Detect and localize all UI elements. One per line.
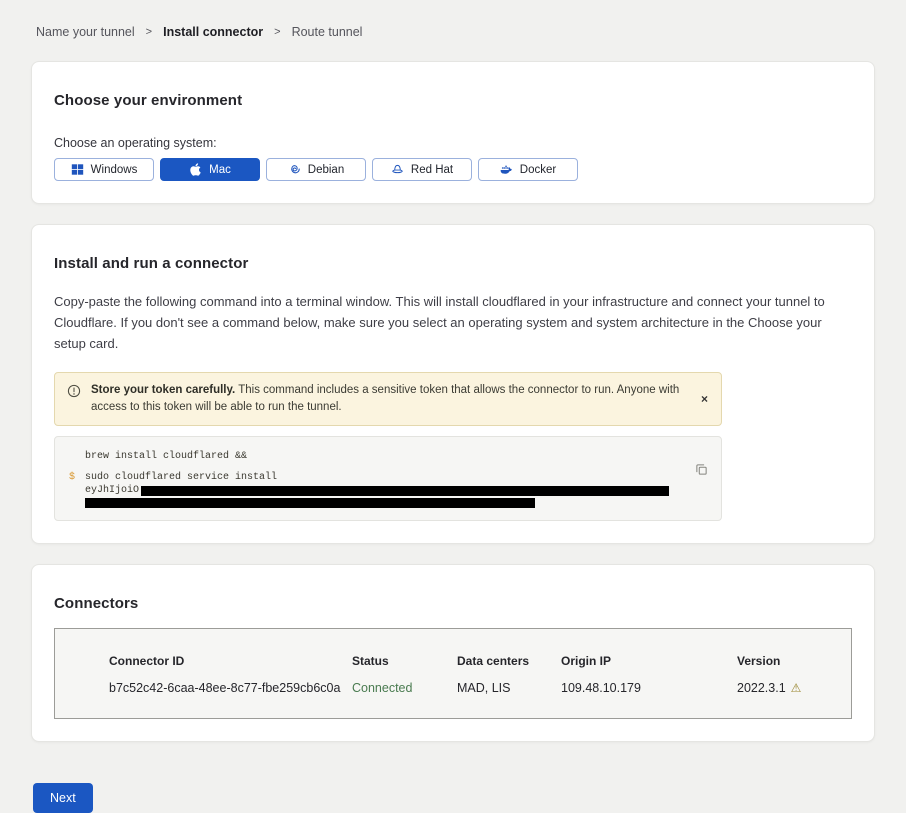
token-warning-text: Store your token carefully. This command… <box>91 382 687 416</box>
connectors-table: Connector IDStatusData centersOrigin IPV… <box>54 628 852 719</box>
version-number: 2022.3.1 <box>737 681 786 695</box>
os-button-label: Docker <box>520 164 556 176</box>
install-connector-description: Copy-paste the following command into a … <box>54 291 852 354</box>
os-button-label: Windows <box>91 164 138 176</box>
breadcrumb-item-route-tunnel[interactable]: Route tunnel <box>292 25 363 39</box>
column-header-origin-ip: Origin IP <box>561 654 737 668</box>
breadcrumb-item-name-your-tunnel[interactable]: Name your tunnel <box>36 25 135 39</box>
connector-origin-ip: 109.48.10.179 <box>561 681 737 695</box>
os-button-mac[interactable]: Mac <box>160 158 260 181</box>
breadcrumb-item-install-connector: Install connector <box>163 25 263 39</box>
token-prefix: eyJhIjoiO <box>85 484 139 497</box>
breadcrumb-separator: > <box>146 26 152 38</box>
connector-status: Connected <box>352 681 457 695</box>
token-warning-bold: Store your token carefully. <box>91 384 235 396</box>
code-line-2-text: sudo cloudflared service install <box>85 471 669 484</box>
redacted-token-bar-1 <box>141 486 669 496</box>
breadcrumb: Name your tunnel > Install connector > Route… <box>0 0 906 61</box>
os-button-label: Debian <box>308 164 344 176</box>
banner-close-button[interactable]: × <box>697 391 712 407</box>
windows-icon <box>71 163 84 176</box>
shell-prompt: $ <box>69 471 85 508</box>
environment-card: Choose your environment Choose an operat… <box>31 61 875 204</box>
debian-icon <box>288 163 301 176</box>
version-warning-icon: ⚠ <box>791 681 802 695</box>
token-warning-banner: Store your token carefully. This command… <box>54 372 722 426</box>
apple-icon <box>189 163 202 176</box>
os-button-label: Mac <box>209 164 231 176</box>
os-button-red-hat[interactable]: Red Hat <box>372 158 472 181</box>
column-header-version: Version <box>737 654 841 668</box>
environment-card-title: Choose your environment <box>54 92 852 109</box>
os-button-group: Windows Mac Debian Red Hat Docker <box>54 158 852 181</box>
code-line-1-text: brew install cloudflared && <box>85 450 247 463</box>
install-command-codeblock: brew install cloudflared && $ sudo cloud… <box>54 436 722 521</box>
os-button-windows[interactable]: Windows <box>54 158 154 181</box>
column-header-data-centers: Data centers <box>457 654 561 668</box>
code-line-1: brew install cloudflared && <box>69 450 681 463</box>
connector-version: 2022.3.1 ⚠ <box>737 681 841 695</box>
code-line-2: $ sudo cloudflared service install eyJhI… <box>69 471 681 508</box>
token-line: eyJhIjoiO <box>85 484 669 497</box>
alert-circle-icon <box>67 384 81 398</box>
tunnel-setup-page: Name your tunnel > Install connector > Route… <box>0 0 906 813</box>
breadcrumb-separator: > <box>274 26 280 38</box>
column-header-status: Status <box>352 654 457 668</box>
os-select-label: Choose an operating system: <box>54 136 852 150</box>
redhat-icon <box>391 163 404 176</box>
copy-command-button[interactable] <box>693 461 710 478</box>
connectors-table-header: Connector IDStatusData centersOrigin IPV… <box>109 654 841 668</box>
connector-id: b7c52c42-6caa-48ee-8c77-fbe259cb6c0a <box>109 681 352 695</box>
connectors-card: Connectors Connector IDStatusData center… <box>31 564 875 742</box>
os-button-debian[interactable]: Debian <box>266 158 366 181</box>
os-button-label: Red Hat <box>411 164 453 176</box>
copy-icon <box>695 463 708 476</box>
next-button[interactable]: Next <box>33 783 93 813</box>
install-connector-title: Install and run a connector <box>54 255 852 272</box>
redacted-token-bar-2 <box>85 498 535 508</box>
connectors-title: Connectors <box>54 595 852 612</box>
column-header-connector-id: Connector ID <box>109 654 352 668</box>
os-button-docker[interactable]: Docker <box>478 158 578 181</box>
install-connector-card: Install and run a connector Copy-paste t… <box>31 224 875 544</box>
connector-row: b7c52c42-6caa-48ee-8c77-fbe259cb6c0aConn… <box>109 681 841 695</box>
connector-data-centers: MAD, LIS <box>457 681 561 695</box>
docker-icon <box>500 163 513 176</box>
